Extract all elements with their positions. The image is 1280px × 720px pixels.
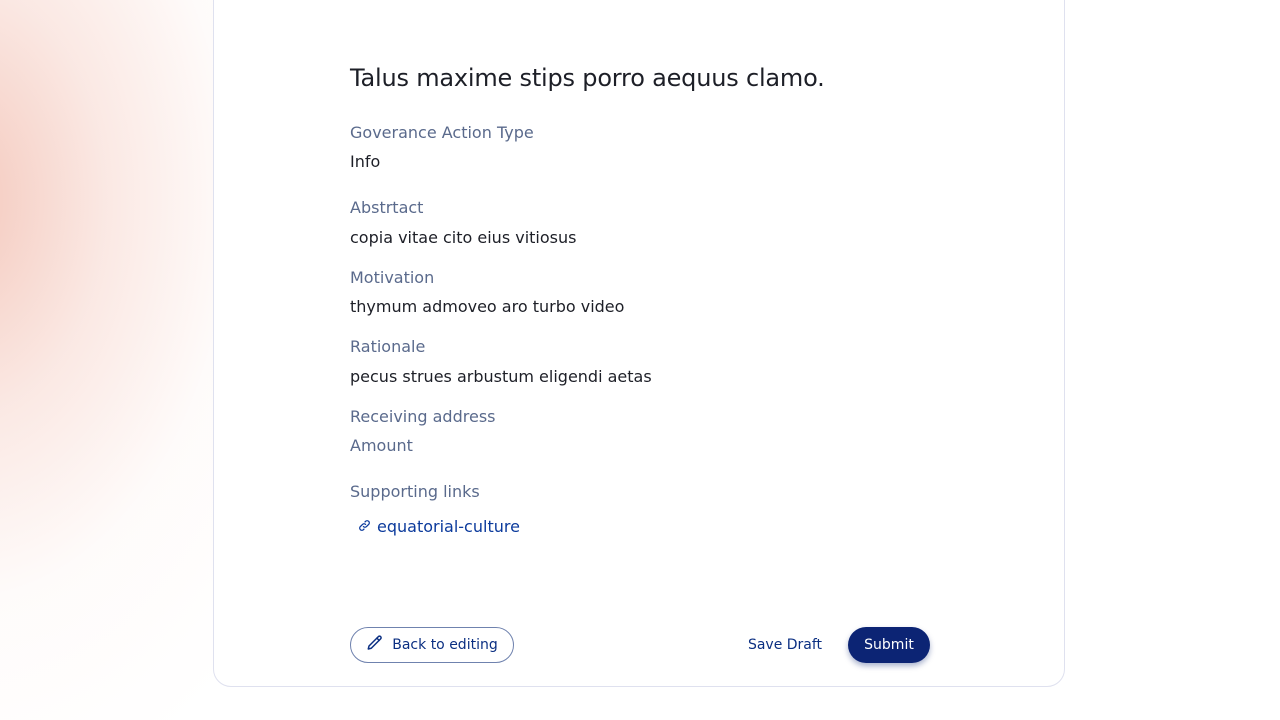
supporting-link-text[interactable]: equatorial-culture	[377, 517, 520, 536]
review-card: Talus maxime stips porro aequus clamo. G…	[213, 0, 1065, 687]
supporting-links-label: Supporting links	[350, 482, 480, 501]
field-value-motivation: thymum admoveo aro turbo video	[350, 297, 625, 316]
pencil-icon	[366, 634, 384, 656]
page-title: Talus maxime stips porro aequus clamo.	[350, 64, 825, 92]
field-label-abstract: Abstrtact	[350, 198, 424, 217]
back-to-editing-label: Back to editing	[392, 637, 498, 653]
field-label-receiving-address: Receiving address	[350, 407, 496, 426]
field-label-governance-action-type: Goverance Action Type	[350, 123, 534, 142]
link-icon	[358, 517, 371, 536]
field-value-rationale: pecus strues arbustum eligendi aetas	[350, 367, 652, 386]
save-draft-button[interactable]: Save Draft	[740, 627, 830, 663]
submit-button[interactable]: Submit	[848, 627, 930, 663]
field-label-rationale: Rationale	[350, 337, 426, 356]
field-label-motivation: Motivation	[350, 268, 435, 287]
back-to-editing-button[interactable]: Back to editing	[350, 627, 514, 663]
field-value-abstract: copia vitae cito eius vitiosus	[350, 228, 577, 247]
field-label-amount: Amount	[350, 436, 413, 455]
supporting-link[interactable]: equatorial-culture	[358, 517, 520, 536]
field-value-governance-action-type: Info	[350, 152, 381, 171]
